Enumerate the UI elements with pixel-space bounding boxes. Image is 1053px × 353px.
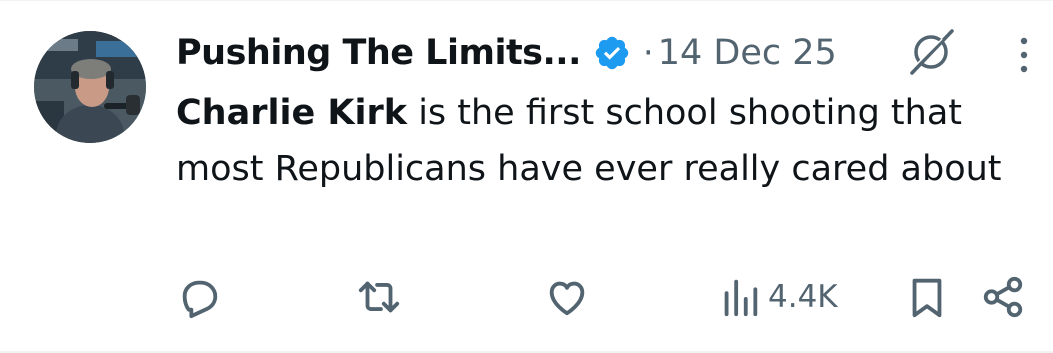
like-icon bbox=[544, 274, 590, 320]
display-name[interactable]: Pushing The Limits... bbox=[176, 33, 581, 73]
bookmark-icon bbox=[904, 274, 950, 320]
repost-button[interactable] bbox=[356, 269, 402, 325]
avatar[interactable] bbox=[34, 31, 146, 143]
reply-button[interactable] bbox=[176, 269, 222, 325]
views-count: 4.4K bbox=[768, 279, 838, 315]
share-icon bbox=[980, 274, 1026, 320]
views-button[interactable]: 4.4K bbox=[720, 269, 838, 325]
separator-dot: · bbox=[642, 33, 654, 73]
post-text: Charlie Kirk is the first school shootin… bbox=[176, 85, 1036, 197]
views-icon bbox=[720, 274, 760, 320]
verified-badge-icon bbox=[593, 34, 631, 72]
share-button[interactable] bbox=[980, 269, 1026, 325]
reply-icon bbox=[176, 274, 222, 320]
bookmark-button[interactable] bbox=[904, 269, 950, 325]
like-button[interactable] bbox=[544, 269, 590, 325]
mention-link[interactable]: Charlie Kirk bbox=[176, 93, 407, 133]
repost-icon bbox=[356, 274, 402, 320]
more-icon[interactable] bbox=[1012, 35, 1036, 75]
grok-icon[interactable] bbox=[906, 27, 956, 77]
timestamp[interactable]: 14 Dec 25 bbox=[658, 33, 837, 73]
action-bar: 4.4K bbox=[176, 269, 1036, 325]
tweet-card[interactable]: Pushing The Limits... · 14 Dec 25 Charli… bbox=[0, 0, 1053, 353]
